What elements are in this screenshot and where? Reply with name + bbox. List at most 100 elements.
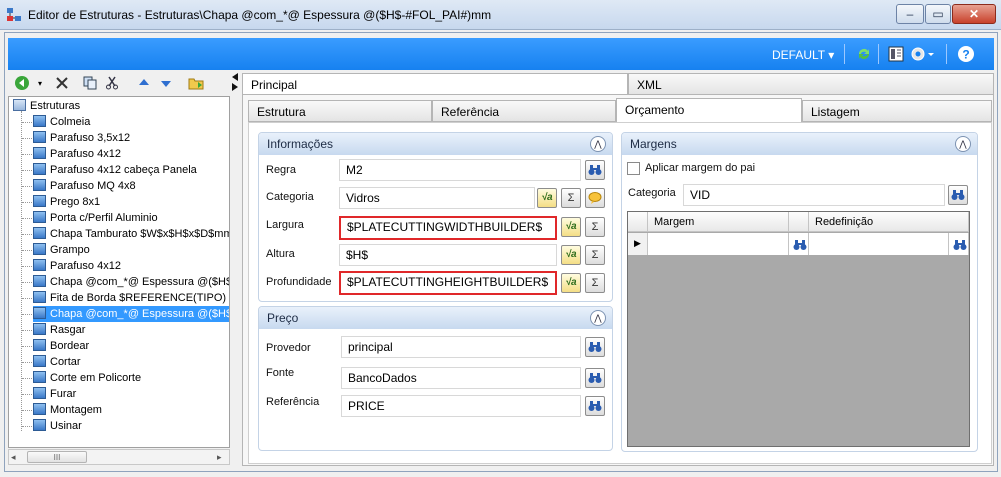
gear-icon[interactable] [910, 45, 936, 66]
categoria-comment-icon[interactable] [585, 188, 605, 208]
tree-item[interactable]: Usinar [33, 418, 229, 434]
grid-margem-search-icon[interactable] [793, 236, 807, 254]
grid-header-redefinicao[interactable]: Redefinição [809, 212, 969, 232]
referencia-field[interactable]: PRICE [341, 395, 581, 417]
referencia-search-icon[interactable] [585, 396, 605, 416]
tree-item[interactable]: Parafuso MQ 4x8 [33, 178, 229, 194]
tree-item[interactable]: Montagem [33, 402, 229, 418]
tree-item[interactable]: Corte em Policorte [33, 370, 229, 386]
categoria-label: Categoria [266, 191, 314, 203]
largura-formula-icon[interactable]: √a [561, 217, 581, 237]
tree-item[interactable]: Grampo [33, 242, 229, 258]
back-icon[interactable] [14, 75, 30, 91]
tree-item[interactable]: Furar [33, 386, 229, 402]
tree-item[interactable]: Chapa Tamburato $W$x$H$x$D$mm [33, 226, 229, 242]
regra-field[interactable]: M2 [339, 159, 581, 181]
tree-item[interactable]: Porta c/Perfil Aluminio [33, 210, 229, 226]
collapse-preco-icon[interactable]: ⋀ [590, 310, 606, 326]
structure-icon [33, 179, 46, 191]
tree-item[interactable]: Parafuso 4x12 cabeça Panela [33, 162, 229, 178]
tab-estrutura[interactable]: Estrutura [248, 100, 432, 122]
tree-root[interactable]: Estruturas [13, 98, 80, 114]
delete-icon[interactable] [54, 75, 70, 91]
tree-item-label: Fita de Borda $REFERENCE(TIPO) [50, 292, 227, 304]
tree-item[interactable]: Parafuso 3,5x12 [33, 130, 229, 146]
tree-guide-line [22, 410, 32, 411]
profile-dropdown[interactable]: DEFAULT ▾ [772, 48, 834, 62]
altura-sigma-icon[interactable]: Σ [585, 245, 605, 265]
tree-item[interactable]: Bordear [33, 338, 229, 354]
scroll-right-icon[interactable]: ▸ [217, 452, 222, 463]
grid-cell-redefinicao-button[interactable] [949, 233, 969, 255]
folder-icon[interactable] [188, 75, 204, 91]
structure-icon [33, 339, 46, 351]
back-dropdown-icon[interactable]: ▾ [32, 75, 48, 91]
fonte-search-icon[interactable] [585, 368, 605, 388]
altura-field[interactable]: $H$ [339, 244, 557, 266]
structure-icon [33, 355, 46, 367]
tree-item[interactable]: Fita de Borda $REFERENCE(TIPO) [33, 290, 229, 306]
grid-cell-redefinicao[interactable] [809, 233, 949, 255]
provedor-search-icon[interactable] [585, 337, 605, 357]
tree-guide-line [22, 234, 32, 235]
tree-guide-line [22, 138, 32, 139]
structure-tree[interactable]: Estruturas Colmeia Parafuso 3,5x12 Parafus… [8, 96, 230, 448]
tree-guide-line [22, 426, 32, 427]
collapse-informacoes-icon[interactable]: ⋀ [590, 136, 606, 152]
tree-item[interactable]: Prego 8x1 [33, 194, 229, 210]
altura-formula-icon[interactable]: √a [561, 245, 581, 265]
refresh-icon[interactable] [856, 46, 872, 65]
tree-item[interactable]: Colmeia [33, 114, 229, 130]
grid-cell-margem-button[interactable] [789, 233, 809, 255]
tab-principal[interactable]: Principal [242, 73, 628, 95]
structure-icon [33, 307, 46, 319]
collapse-margens-icon[interactable]: ⋀ [955, 136, 971, 152]
tree-item[interactable]: Chapa @com_*@ Espessura @($H$-#FOL_PAI#)… [33, 306, 229, 322]
margens-categoria-search-icon[interactable] [948, 185, 968, 205]
provedor-field[interactable]: principal [341, 336, 581, 358]
move-up-icon[interactable] [136, 75, 152, 91]
grid-cell-margem[interactable] [648, 233, 789, 255]
aplicar-margem-checkbox[interactable] [627, 162, 640, 175]
margens-categoria-field[interactable]: VID [683, 184, 945, 206]
tab-xml[interactable]: XML [628, 73, 994, 95]
structure-icon [33, 115, 46, 127]
tree-item[interactable]: Parafuso 4x12 [33, 258, 229, 274]
cut-icon[interactable] [104, 75, 120, 91]
structure-icon [33, 147, 46, 159]
tab-referencia[interactable]: Referência [432, 100, 616, 122]
tab-listagem[interactable]: Listagem [802, 100, 992, 122]
panel-splitter[interactable] [230, 72, 240, 466]
regra-search-icon[interactable] [585, 160, 605, 180]
tree-item[interactable]: Rasgar [33, 322, 229, 338]
grid-header-margem[interactable]: Margem [648, 212, 789, 232]
largura-sigma-icon[interactable]: Σ [585, 217, 605, 237]
move-down-icon[interactable] [158, 75, 174, 91]
profundidade-formula-icon[interactable]: √a [561, 273, 581, 293]
categoria-formula-icon[interactable]: √a [537, 188, 557, 208]
layout-icon[interactable] [888, 46, 904, 65]
largura-label: Largura [266, 219, 304, 231]
tree-item[interactable]: Parafuso 4x12 [33, 146, 229, 162]
scroll-left-icon[interactable]: ◂ [11, 452, 16, 463]
minimize-button[interactable]: – [896, 4, 924, 24]
tree-item[interactable]: Cortar [33, 354, 229, 370]
profundidade-sigma-icon[interactable]: Σ [585, 273, 605, 293]
grid-redefinicao-search-icon[interactable] [953, 236, 967, 254]
tab-orcamento[interactable]: Orçamento [616, 98, 802, 123]
close-button[interactable]: ✕ [952, 4, 996, 24]
maximize-button[interactable]: ▭ [925, 4, 951, 24]
scroll-thumb[interactable]: III [27, 451, 87, 463]
fonte-field[interactable]: BancoDados [341, 367, 581, 389]
tree-item[interactable]: Chapa @com_*@ Espessura @($H$-#FOL_PAI#)… [33, 274, 229, 290]
divider [878, 44, 879, 64]
help-icon[interactable]: ? [957, 45, 975, 66]
copy-icon[interactable] [82, 75, 98, 91]
profundidade-field[interactable]: $PLATECUTTINGHEIGHTBUILDER$ [339, 271, 557, 295]
referencia-label: Referência [266, 396, 320, 408]
categoria-field[interactable]: Vidros [339, 187, 535, 209]
largura-field[interactable]: $PLATECUTTINGWIDTHBUILDER$ [339, 216, 557, 240]
categoria-sigma-icon[interactable]: Σ [561, 188, 581, 208]
margens-grid[interactable]: Margem Redefinição ▶ [627, 211, 970, 447]
tree-horizontal-scrollbar[interactable]: ◂ III ▸ [8, 449, 230, 465]
